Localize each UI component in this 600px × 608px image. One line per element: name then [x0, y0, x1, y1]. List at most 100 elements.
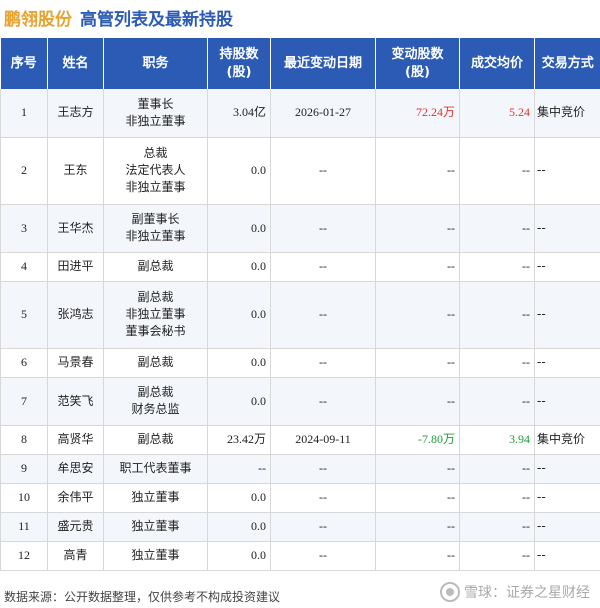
table-row[interactable]: 10 余伟平 独立董事 0.0 -- -- -- -- [0, 483, 600, 513]
role-line: 独立董事 [131, 548, 180, 562]
role-line: 非独立董事 [125, 113, 186, 128]
table-row[interactable]: 6 马景春 副总裁 0.0 -- -- -- -- [0, 348, 600, 378]
column-header[interactable]: 交易方式 [534, 38, 600, 89]
cell-change: -- [375, 281, 460, 349]
cell-role: 董事长 非独立董事 [103, 89, 208, 138]
cell-date: 2024-09-11 [270, 425, 376, 455]
cell-change: -- [375, 204, 460, 253]
role-line: 副总裁 [137, 385, 174, 399]
cell-name: 马景春 [47, 348, 104, 378]
snowball-icon [440, 582, 460, 602]
cell-method: 集中竞价 [534, 425, 600, 455]
cell-name: 牟思安 [47, 454, 104, 484]
cell-price: -- [459, 281, 535, 349]
cell-name: 王志方 [47, 89, 104, 138]
role-line: 非独立董事 [125, 229, 186, 243]
cell-date: -- [270, 454, 376, 484]
cell-change: -- [375, 348, 460, 378]
cell-shares: 0.0 [207, 348, 271, 378]
cell-no: 2 [0, 137, 48, 205]
role-line: 副总裁 [137, 355, 174, 369]
cell-date: -- [270, 377, 376, 426]
cell-no: 9 [0, 454, 48, 484]
cell-role: 副总裁 [103, 348, 208, 378]
table-row[interactable]: 8 高贤华 副总裁 23.42万 2024-09-11 -7.80万 3.94 集中竞价 [0, 425, 600, 455]
cell-shares: 0.0 [207, 541, 271, 571]
cell-role: 总裁 法定代表人 非独立董事 [103, 137, 208, 205]
cell-role: 独立董事 [103, 541, 208, 571]
cell-name: 高青 [47, 541, 104, 571]
column-header[interactable]: 变动股数 (股) [375, 38, 460, 89]
cell-role: 独立董事 [103, 483, 208, 513]
cell-name: 张鸿志 [47, 281, 104, 349]
cell-no: 11 [0, 512, 48, 542]
cell-no: 12 [0, 541, 48, 571]
column-header[interactable]: 序号 [0, 38, 48, 89]
cell-role: 职工代表董事 [103, 454, 208, 484]
cell-shares: 23.42万 [207, 425, 271, 455]
data-source-note: 数据来源：公开数据整理，仅供参考不构成投资建议 [4, 590, 281, 604]
cell-name: 盛元贵 [47, 512, 104, 542]
cell-no: 7 [0, 377, 48, 426]
role-line: 副总裁 [137, 259, 174, 273]
cell-price: -- [459, 252, 535, 282]
cell-change: -- [375, 483, 460, 513]
column-header[interactable]: 姓名 [47, 38, 104, 89]
cell-role: 副总裁 [103, 425, 208, 455]
cell-no: 4 [0, 252, 48, 282]
cell-no: 5 [0, 281, 48, 349]
cell-no: 6 [0, 348, 48, 378]
cell-no: 3 [0, 204, 48, 253]
cell-date: 2026-01-27 [270, 89, 376, 138]
role-line: 独立董事 [131, 490, 180, 504]
executive-table: 序号 姓名 职务 持股数 (股) 最近变动日期 变动股数 (股) 成交均价 交易方式… [0, 38, 600, 571]
column-header[interactable]: 持股数 (股) [207, 38, 271, 89]
role-line: 副董事长 [131, 212, 180, 226]
cell-shares: 0.0 [207, 281, 271, 349]
cell-change: -- [375, 137, 460, 205]
table-row[interactable]: 7 范笑飞 副总裁 财务总监 0.0 -- -- -- -- [0, 377, 600, 426]
role-line: 独立董事 [131, 519, 180, 533]
cell-shares: 0.0 [207, 137, 271, 205]
table-row[interactable]: 4 田进平 副总裁 0.0 -- -- -- -- [0, 252, 600, 282]
table-row[interactable]: 12 高青 独立董事 0.0 -- -- -- -- [0, 541, 600, 571]
cell-name: 余伟平 [47, 483, 104, 513]
role-line: 总裁 [143, 146, 168, 160]
cell-no: 10 [0, 483, 48, 513]
cell-no: 1 [0, 89, 48, 138]
column-header[interactable]: 最近变动日期 [270, 38, 376, 89]
table-row[interactable]: 3 王华杰 副董事长 非独立董事 0.0 -- -- -- -- [0, 204, 600, 253]
cell-role: 副总裁 财务总监 [103, 377, 208, 426]
column-header[interactable]: 职务 [103, 38, 208, 89]
cell-name: 范笑飞 [47, 377, 104, 426]
brand-text: 雪球：证券之星财经 [464, 585, 590, 601]
cell-date: -- [270, 348, 376, 378]
cell-price: -- [459, 483, 535, 513]
company-name: 鹏翎股份 [4, 9, 72, 30]
table-row[interactable]: 2 王东 总裁 法定代表人 非独立董事 0.0 -- -- -- -- [0, 137, 600, 205]
cell-date: -- [270, 204, 376, 253]
cell-date: -- [270, 281, 376, 349]
cell-no: 8 [0, 425, 48, 455]
title-bar: 鹏翎股份 高管列表及最新持股 [4, 2, 233, 32]
role-line: 副总裁 [137, 290, 174, 304]
cell-role: 副董事长 非独立董事 [103, 204, 208, 253]
table-row[interactable]: 5 张鸿志 副总裁 非独立董事 董事会秘书 0.0 -- -- -- -- [0, 281, 600, 349]
cell-price: -- [459, 204, 535, 253]
cell-method: -- [534, 483, 600, 513]
role-line: 财务总监 [131, 402, 180, 416]
cell-method: -- [534, 252, 600, 282]
executive-table-container: 序号 姓名 职务 持股数 (股) 最近变动日期 变动股数 (股) 成交均价 交易方式… [0, 38, 600, 571]
table-row[interactable]: 1 王志方 董事长 非独立董事 3.04亿 2026-01-27 72.24万 5.24 集中竞… [0, 89, 600, 138]
role-line: 职工代表董事 [119, 461, 192, 475]
cell-method: -- [534, 541, 600, 571]
brand-logo: 雪球：证券之星财经 [440, 582, 590, 602]
cell-shares: 0.0 [207, 252, 271, 282]
column-header[interactable]: 成交均价 [459, 38, 535, 89]
cell-method: -- [534, 281, 600, 349]
page-title: 高管列表及最新持股 [80, 9, 233, 30]
cell-role: 独立董事 [103, 512, 208, 542]
table-row[interactable]: 11 盛元贵 独立董事 0.0 -- -- -- -- [0, 512, 600, 542]
table-row[interactable]: 9 牟思安 职工代表董事 -- -- -- -- -- [0, 454, 600, 484]
cell-method: -- [534, 454, 600, 484]
